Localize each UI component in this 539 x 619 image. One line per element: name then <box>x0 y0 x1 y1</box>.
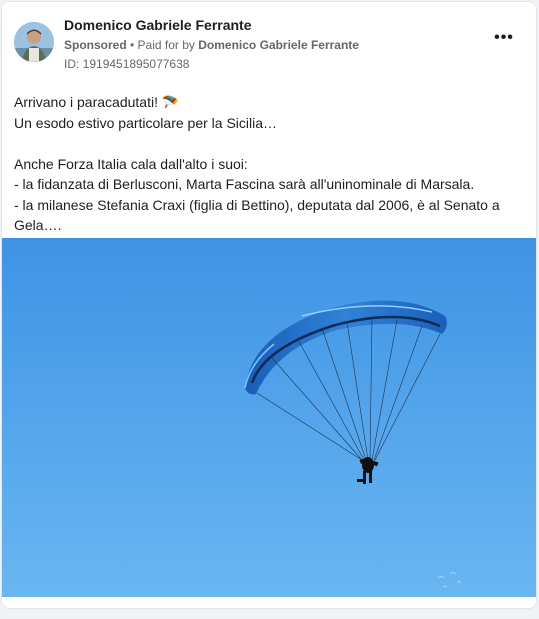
post-header: Domenico Gabriele Ferrante Sponsored • P… <box>14 16 524 76</box>
sponsored-label: Sponsored <box>64 38 127 52</box>
post-text-line: - la fidanzata di Berlusconi, Marta Fasc… <box>14 176 475 192</box>
avatar[interactable] <box>14 22 54 62</box>
post-text: Arrivano i paracadutati! 🪂 Un esodo esti… <box>14 92 524 236</box>
post-text-line: Arrivano i paracadutati! 🪂 <box>14 94 180 110</box>
post-text-line: - la milanese Stefania Craxi (figlia di … <box>14 196 500 213</box>
ad-post-card: Domenico Gabriele Ferrante Sponsored • P… <box>1 1 537 609</box>
more-options-button[interactable]: ••• <box>492 30 516 49</box>
avatar-photo-icon <box>14 22 54 62</box>
post-text-line: Anche Forza Italia cala dall'alto i suoi… <box>14 155 248 172</box>
post-text-line: Gela…. <box>14 217 62 233</box>
post-text-blank-line <box>14 133 524 154</box>
post-meta: Domenico Gabriele Ferrante Sponsored • P… <box>64 16 484 72</box>
paraglider-photo <box>2 238 536 597</box>
sky <box>2 238 536 597</box>
post-text-line: Un esodo estivo particolare per la Sicil… <box>14 114 278 131</box>
post-image[interactable] <box>2 238 536 597</box>
author-name[interactable]: Domenico Gabriele Ferrante <box>64 16 484 34</box>
separator-dot: • <box>126 38 138 52</box>
paid-for-prefix: Paid for by <box>137 38 199 52</box>
ad-id: ID: 1919451895077638 <box>64 57 190 71</box>
paid-for-name: Domenico Gabriele Ferrante <box>198 38 359 52</box>
sponsored-line: Sponsored • Paid for by Domenico Gabriel… <box>64 37 484 53</box>
more-dots-icon: ••• <box>494 29 514 46</box>
